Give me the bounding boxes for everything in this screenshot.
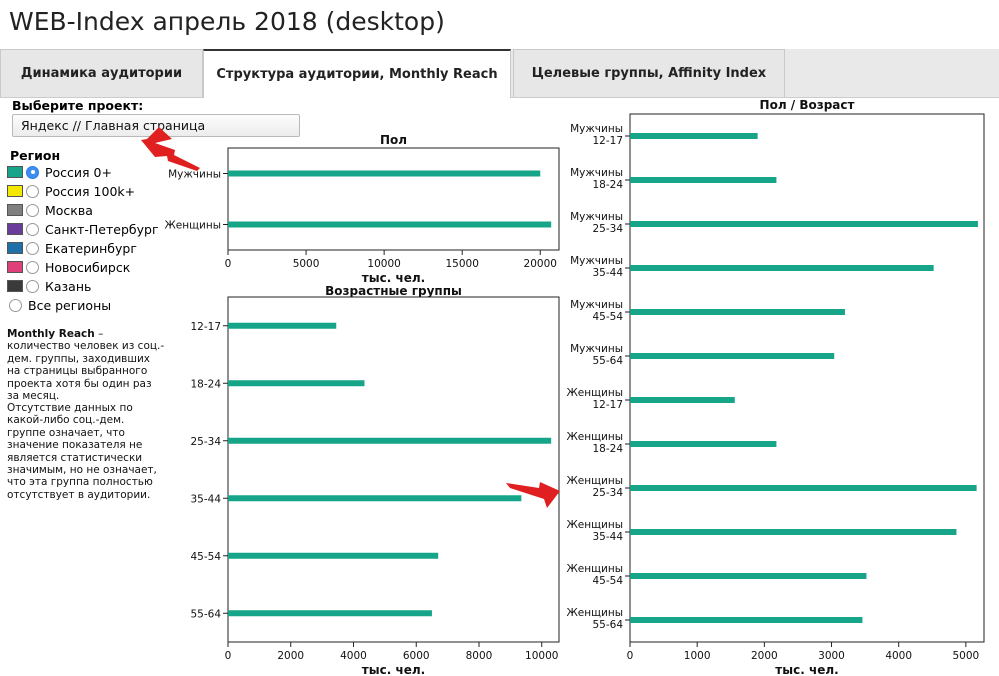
chart-bar xyxy=(228,221,552,228)
y-tick-label: Мужчины xyxy=(168,169,221,181)
chart-bar xyxy=(228,610,432,617)
y-tick-label: Мужчины xyxy=(570,211,623,223)
y-tick-label: 55-64 xyxy=(592,355,623,367)
x-tick-label: 15000 xyxy=(445,258,478,270)
chart-bar xyxy=(228,437,552,444)
chart-bar xyxy=(630,485,977,491)
y-tick-label: Женщины xyxy=(566,387,623,399)
x-tick-label: 8000 xyxy=(466,650,493,662)
y-tick-label: 35-44 xyxy=(592,267,623,279)
x-tick-label: 10000 xyxy=(367,258,400,270)
x-tick-label: 4000 xyxy=(885,650,912,662)
annotation-arrow-chart xyxy=(506,482,560,508)
chart-bar xyxy=(630,573,867,579)
y-tick-label: Мужчины xyxy=(570,167,623,179)
chart-bar xyxy=(630,397,735,403)
chart-bar xyxy=(228,322,337,329)
x-tick-label: 0 xyxy=(225,650,232,662)
chart-0: Пол Мужчины Женщины 0 5000 10000 15000 20000 тыс… xyxy=(164,133,560,285)
chart-title: Пол / Возраст xyxy=(760,98,855,112)
x-tick-label: 0 xyxy=(627,650,634,662)
y-tick-label: Мужчины xyxy=(570,299,623,311)
chart-bar xyxy=(228,552,439,559)
chart-bar xyxy=(630,177,777,183)
y-tick-label: 25-34 xyxy=(592,487,623,499)
chart-bar xyxy=(630,265,934,271)
y-tick-label: 12-17 xyxy=(190,321,221,333)
chart-bar xyxy=(630,529,957,535)
annotation-arrow-project xyxy=(141,127,200,171)
chart-title: Пол xyxy=(380,133,407,147)
x-tick-label: 20000 xyxy=(524,258,557,270)
y-tick-label: 55-64 xyxy=(592,619,623,631)
x-tick-label: 5000 xyxy=(293,258,320,270)
chart-bar xyxy=(630,441,777,447)
y-tick-label: Мужчины xyxy=(570,123,623,135)
chart-title: Возрастные группы xyxy=(325,284,462,298)
y-tick-label: Женщины xyxy=(566,475,623,487)
y-tick-label: 45-54 xyxy=(592,575,623,587)
chart-bar xyxy=(228,170,541,177)
y-tick-label: 18-24 xyxy=(592,443,623,455)
chart-frame xyxy=(227,296,560,643)
x-tick-label: 4000 xyxy=(340,650,367,662)
x-tick-label: 5000 xyxy=(952,650,979,662)
chart-bar xyxy=(630,309,845,315)
y-tick-label: 35-44 xyxy=(190,493,221,505)
y-tick-label: 12-17 xyxy=(592,135,623,147)
y-tick-label: 45-54 xyxy=(190,551,221,563)
y-tick-label: 25-34 xyxy=(592,223,623,235)
chart-bar xyxy=(228,495,522,502)
y-tick-label: Женщины xyxy=(566,607,623,619)
y-tick-label: 45-54 xyxy=(592,311,623,323)
chart-2: Пол / ВозрастМужчины12-17Мужчины18-24Муж… xyxy=(566,98,985,676)
x-tick-label: 2000 xyxy=(751,650,778,662)
chart-bar xyxy=(630,353,835,359)
chart-bar xyxy=(630,133,758,139)
x-axis-label: тыс. чел. xyxy=(362,271,425,285)
chart-bar xyxy=(630,617,863,623)
y-tick-label: Женщины xyxy=(566,519,623,531)
y-tick-label: Мужчины xyxy=(570,255,623,267)
chart-1: Возрастные группы 12-17 18-24 25-34 35-44 45-… xyxy=(190,284,560,676)
x-tick-label: 2000 xyxy=(277,650,304,662)
y-tick-label: 55-64 xyxy=(190,608,221,620)
chart-frame xyxy=(227,147,560,251)
y-tick-label: 18-24 xyxy=(190,378,221,390)
chart-bar xyxy=(228,380,365,387)
chart-frame xyxy=(629,113,985,643)
x-tick-label: 1000 xyxy=(684,650,711,662)
x-axis-label: тыс. чел. xyxy=(775,663,838,676)
y-tick-label: Женщины xyxy=(566,563,623,575)
y-tick-label: Женщины xyxy=(566,431,623,443)
annotation-arrows xyxy=(141,127,560,508)
y-tick-label: 25-34 xyxy=(190,436,221,448)
y-tick-label: 18-24 xyxy=(592,179,623,191)
x-tick-label: 6000 xyxy=(403,650,430,662)
y-tick-label: 12-17 xyxy=(592,399,623,411)
x-tick-label: 10000 xyxy=(525,650,558,662)
charts-canvas: ПолМужчиныЖенщины0 5000 10000 15000 20000тыс… xyxy=(141,98,985,676)
x-tick-label: 0 xyxy=(225,258,232,270)
y-tick-label: Мужчины xyxy=(570,343,623,355)
chart-bar xyxy=(630,221,978,227)
x-axis-label: тыс. чел. xyxy=(362,663,425,676)
y-tick-label: Женщины xyxy=(164,220,221,232)
y-tick-label: 35-44 xyxy=(592,531,623,543)
x-tick-label: 3000 xyxy=(818,650,845,662)
